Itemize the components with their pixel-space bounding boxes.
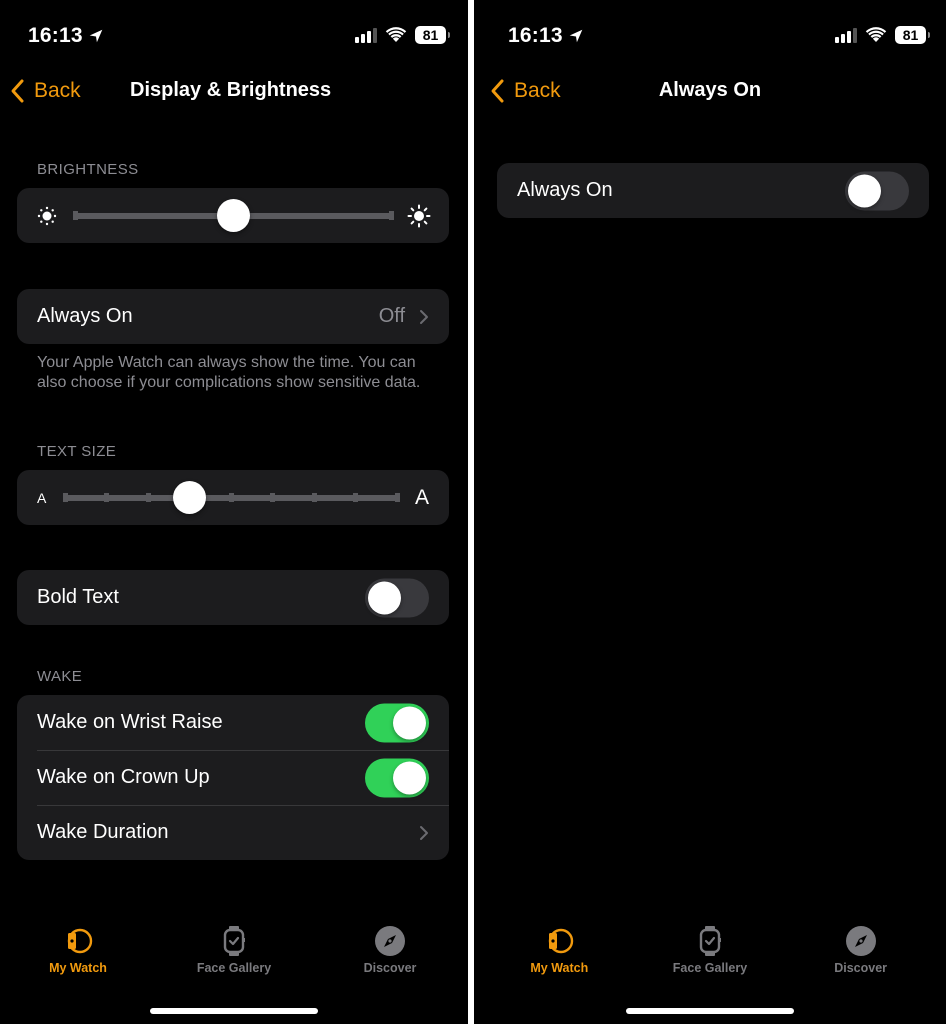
display-brightness-screen: 16:13 81 Back Display & Brightness BRIGH… <box>0 0 468 1024</box>
text-size-tick <box>353 493 358 502</box>
battery-indicator: 81 <box>415 26 450 44</box>
sun-small-icon <box>37 206 57 225</box>
page-title: Display & Brightness <box>130 79 332 101</box>
compass-icon <box>845 926 876 956</box>
wake-crown-up-row: Wake on Crown Up <box>17 750 449 805</box>
sun-large-icon <box>407 204 431 227</box>
wifi-icon <box>865 27 887 42</box>
chevron-right-icon <box>420 309 428 324</box>
brightness-thumb[interactable] <box>216 199 250 232</box>
always-on-label: Always On <box>517 179 613 201</box>
toggle-knob <box>848 174 881 207</box>
toggle-knob <box>393 761 426 794</box>
text-size-tick <box>394 493 400 502</box>
text-size-thumb[interactable] <box>173 481 206 514</box>
text-size-tick <box>311 493 317 502</box>
tab-label: My Watch <box>530 961 589 975</box>
tab-bar: My Watch Face Gallery Discover <box>484 924 936 984</box>
track-end-cap <box>72 211 78 220</box>
face-gallery-icon <box>223 926 245 956</box>
time-text: 16:13 <box>28 24 83 47</box>
wake-wrist-raise-row: Wake on Wrist Raise <box>17 695 449 750</box>
wake-crown-up-toggle[interactable] <box>365 758 429 797</box>
always-on-value: Off <box>378 305 405 327</box>
brightness-header: BRIGHTNESS <box>37 161 139 178</box>
text-size-track[interactable] <box>62 493 400 502</box>
face-gallery-icon <box>699 926 721 956</box>
tab-label: Face Gallery <box>672 961 748 975</box>
always-on-screen: 16:13 81 Back Always On Always On My Wat… <box>474 0 946 1024</box>
navigation-bar: Back Always On <box>474 70 946 114</box>
compass-icon <box>375 926 405 956</box>
chevron-right-icon <box>420 825 428 840</box>
track-end-cap <box>388 211 394 220</box>
text-size-tick <box>228 493 234 502</box>
tab-my-watch[interactable]: My Watch <box>18 924 138 984</box>
battery-indicator: 81 <box>895 26 930 44</box>
status-time: 16:13 <box>28 24 105 48</box>
bold-text-row: Bold Text <box>17 570 449 625</box>
text-size-group: A A <box>17 470 449 525</box>
navigation-bar: Back Display & Brightness <box>0 70 468 114</box>
status-bar: 16:13 81 <box>474 22 946 52</box>
always-on-footer: Your Apple Watch can always show the tim… <box>37 354 421 391</box>
toggle-knob <box>368 581 401 614</box>
text-size-tick <box>104 493 109 502</box>
cellular-signal-icon <box>835 27 857 43</box>
wake-header: WAKE <box>37 668 83 685</box>
always-on-label: Always On <box>37 305 133 327</box>
tab-face-gallery[interactable]: Face Gallery <box>174 924 294 984</box>
text-size-small-label: A <box>37 489 47 506</box>
brightness-slider[interactable] <box>17 188 449 243</box>
location-arrow-icon <box>89 29 103 43</box>
text-size-tick <box>62 493 68 502</box>
tab-bar: My Watch Face Gallery Discover <box>0 924 468 984</box>
status-bar: 16:13 81 <box>0 22 468 52</box>
tab-label: My Watch <box>49 961 107 975</box>
wifi-icon <box>385 27 407 42</box>
cellular-signal-icon <box>355 27 377 43</box>
wake-wrist-raise-toggle[interactable] <box>365 703 429 742</box>
text-size-large-label: A <box>414 485 429 509</box>
text-size-slider[interactable]: A A <box>17 470 449 525</box>
back-button[interactable]: Back <box>8 78 81 104</box>
tab-discover[interactable]: Discover <box>801 924 921 984</box>
home-indicator[interactable] <box>150 1008 318 1014</box>
bold-text-toggle[interactable] <box>365 578 429 617</box>
tab-label: Discover <box>834 961 888 975</box>
always-on-toggle-group: Always On <box>497 163 929 218</box>
status-time: 16:13 <box>508 24 585 48</box>
wake-crown-up-label: Wake on Crown Up <box>37 766 210 788</box>
page-title: Always On <box>658 79 762 101</box>
bold-text-group: Bold Text <box>17 570 449 625</box>
my-watch-icon <box>549 928 574 954</box>
bold-text-label: Bold Text <box>37 586 119 608</box>
always-on-group: Always On Off <box>17 289 449 344</box>
text-size-tick <box>145 493 151 502</box>
tab-face-gallery[interactable]: Face Gallery <box>650 924 770 984</box>
time-text: 16:13 <box>508 24 563 47</box>
my-watch-icon <box>67 928 93 954</box>
always-on-row[interactable]: Always On Off <box>17 289 449 344</box>
wake-duration-row[interactable]: Wake Duration <box>17 805 449 860</box>
text-size-header: TEXT SIZE <box>37 443 117 460</box>
always-on-toggle[interactable] <box>845 171 909 210</box>
toggle-knob <box>393 706 426 739</box>
text-size-tick <box>270 493 275 502</box>
brightness-group <box>17 188 449 243</box>
back-label: Back <box>34 79 81 102</box>
wake-wrist-raise-label: Wake on Wrist Raise <box>37 711 223 733</box>
tab-discover[interactable]: Discover <box>330 924 450 984</box>
chevron-left-icon <box>11 79 24 103</box>
wake-duration-label: Wake Duration <box>37 821 169 843</box>
always-on-row: Always On <box>497 163 929 218</box>
tab-label: Face Gallery <box>196 961 272 975</box>
wake-group: Wake on Wrist Raise Wake on Crown Up Wak… <box>17 695 449 860</box>
tab-label: Discover <box>363 961 417 975</box>
tab-my-watch[interactable]: My Watch <box>499 924 619 984</box>
location-arrow-icon <box>569 29 583 43</box>
home-indicator[interactable] <box>626 1008 794 1014</box>
